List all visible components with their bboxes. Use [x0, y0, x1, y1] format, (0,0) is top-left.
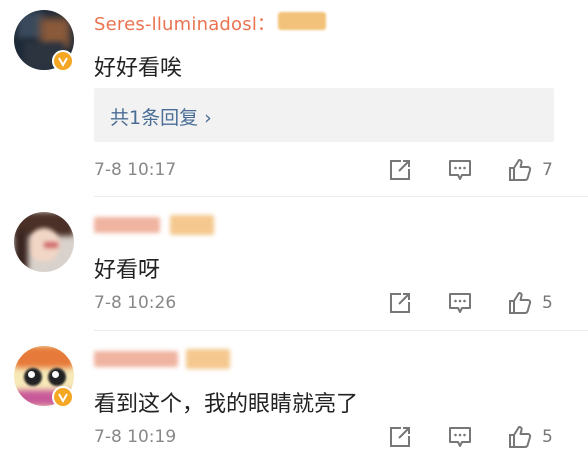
- replies-box[interactable]: 共1条回复 ›: [94, 88, 554, 142]
- like-count: 5: [542, 427, 553, 447]
- share-icon[interactable]: [387, 290, 413, 316]
- thumbs-up-icon[interactable]: [507, 424, 533, 450]
- share-icon[interactable]: [387, 157, 413, 183]
- view-replies-link[interactable]: 共1条回复 ›: [110, 103, 212, 130]
- avatar[interactable]: [14, 212, 74, 272]
- share-icon[interactable]: [387, 424, 413, 450]
- comment-text: 看到这个，我的眼睛就亮了: [94, 392, 359, 417]
- thumbs-up-icon[interactable]: [507, 290, 533, 316]
- comment-icon[interactable]: [447, 157, 473, 183]
- comment-text: 好看呀: [94, 258, 161, 283]
- comment-icon[interactable]: [447, 424, 473, 450]
- timestamp: 7-8 10:19: [94, 427, 177, 447]
- verified-badge-icon: [52, 50, 74, 72]
- divider: [94, 196, 588, 197]
- comment-icon[interactable]: [447, 290, 473, 316]
- like-count: 7: [542, 160, 553, 180]
- verified-badge-icon: [52, 386, 74, 408]
- member-badge: [278, 12, 326, 30]
- comment-text: 好好看唉: [94, 56, 183, 81]
- thumbs-up-icon[interactable]: [507, 157, 533, 183]
- username[interactable]: Seres-lluminadosl：: [94, 10, 275, 36]
- like-count: 5: [542, 293, 553, 313]
- timestamp: 7-8 10:17: [94, 160, 177, 180]
- divider: [94, 330, 588, 331]
- timestamp: 7-8 10:26: [94, 293, 177, 313]
